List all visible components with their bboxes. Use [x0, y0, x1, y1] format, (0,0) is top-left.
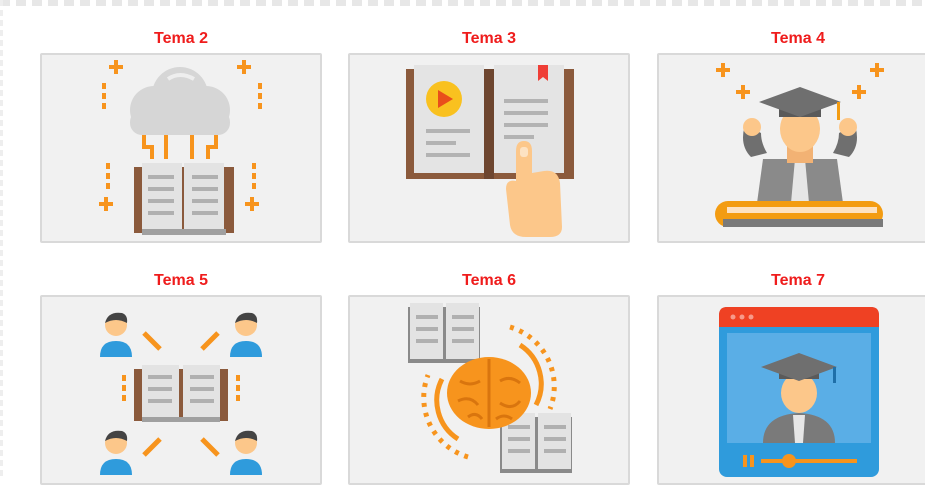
card-image[interactable]: [40, 295, 322, 485]
shared-knowledge-icon: [100, 312, 262, 475]
topic-card-tema-3[interactable]: Tema 3: [348, 28, 630, 243]
topic-card-tema-2[interactable]: Tema 2: [40, 28, 322, 243]
card-image[interactable]: [40, 53, 322, 243]
topic-card-tema-6[interactable]: Tema 6: [348, 270, 630, 485]
card-image[interactable]: [657, 53, 925, 243]
online-graduate-icon: [719, 307, 879, 477]
card-title[interactable]: Tema 6: [348, 270, 630, 292]
card-title[interactable]: Tema 5: [40, 270, 322, 292]
card-image[interactable]: [348, 53, 630, 243]
topic-card-tema-5[interactable]: Tema 5: [40, 270, 322, 485]
card-title[interactable]: Tema 4: [657, 28, 925, 50]
card-image[interactable]: [348, 295, 630, 485]
topic-card-tema-4[interactable]: Tema 4: [657, 28, 925, 243]
cloud-book-icon: [99, 60, 262, 235]
card-title[interactable]: Tema 3: [348, 28, 630, 50]
brain-learning-icon: [408, 303, 572, 473]
graduate-success-icon: [715, 63, 884, 227]
page-top-border: [0, 0, 925, 6]
card-image[interactable]: [657, 295, 925, 485]
page-left-border: [0, 0, 3, 480]
interactive-book-icon: [406, 65, 574, 237]
card-title[interactable]: Tema 2: [40, 28, 322, 50]
topic-card-tema-7[interactable]: Tema 7: [657, 270, 925, 485]
card-title[interactable]: Tema 7: [657, 270, 925, 292]
